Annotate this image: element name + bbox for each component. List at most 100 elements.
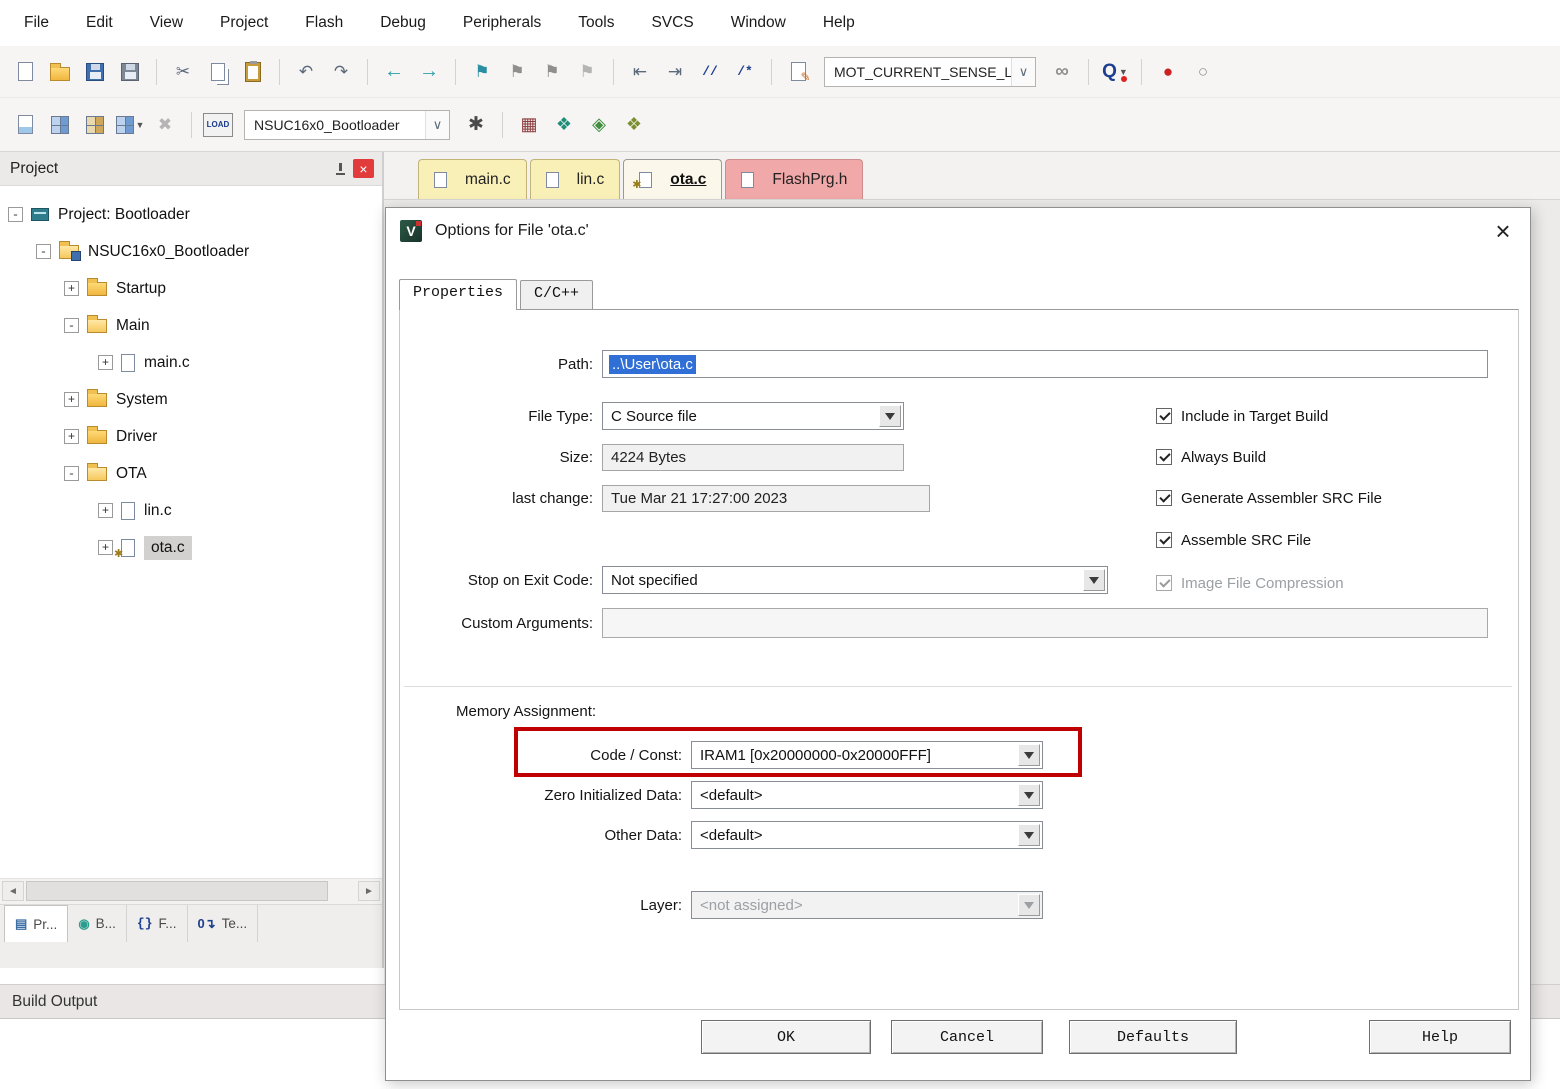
pack-installer-button[interactable]: ❖ (619, 110, 649, 140)
defaults-button[interactable]: Defaults (1069, 1020, 1237, 1054)
copy-button[interactable] (203, 57, 233, 87)
dropdown-arrow-icon[interactable] (1018, 824, 1040, 846)
dialog-titlebar[interactable]: V Options for File 'ota.c' (386, 208, 1530, 254)
build-button[interactable] (45, 110, 75, 140)
find-in-files-button[interactable]: ✎ (783, 57, 813, 87)
tab-properties[interactable]: Properties (399, 279, 517, 310)
manage-project-items-button[interactable]: ▦ (514, 110, 544, 140)
translate-button[interactable] (10, 110, 40, 140)
expand-icon[interactable]: + (64, 392, 79, 407)
expand-icon[interactable]: + (98, 540, 113, 555)
menu-project[interactable]: Project (220, 14, 268, 32)
checkbox-generate-assembler-src[interactable]: Generate Assembler SRC File (1156, 487, 1382, 509)
new-file-button[interactable] (10, 57, 40, 87)
editor-tab-main-c[interactable]: main.c (418, 159, 527, 199)
next-bookmark-button[interactable]: ⚑ (537, 57, 567, 87)
file-type-dropdown[interactable]: C Source file (602, 402, 904, 430)
expand-icon[interactable]: + (64, 281, 79, 296)
project-hscrollbar[interactable]: ◄ ► (0, 878, 382, 904)
scroll-right-button[interactable]: ► (358, 881, 380, 901)
dropdown-arrow-icon[interactable] (879, 405, 901, 427)
pin-icon[interactable] (334, 163, 346, 175)
ok-button[interactable]: OK (701, 1020, 871, 1054)
enable-breakpoint-button[interactable]: ○ (1188, 57, 1218, 87)
tree-item-nsuc16x0-bootloader[interactable]: - NSUC16x0_Bootloader (0, 233, 382, 270)
scroll-left-button[interactable]: ◄ (2, 881, 24, 901)
tree-item-driver[interactable]: + Driver (0, 418, 382, 455)
dropdown-arrow-icon[interactable] (1018, 784, 1040, 806)
panel-tab-functions[interactable]: {} F... (127, 905, 188, 942)
panel-tab-project[interactable]: ▤ Pr... (4, 905, 68, 942)
comment-selection-button[interactable]: // (695, 57, 725, 87)
editor-tab-ota-c[interactable]: ota.c (623, 159, 722, 199)
outdent-button[interactable]: ⇤ (625, 57, 655, 87)
expand-icon[interactable]: + (64, 429, 79, 444)
dialog-close-button[interactable]: × (1484, 213, 1522, 249)
tree-item-ota-c[interactable]: + ota.c (0, 529, 382, 566)
tree-item-system[interactable]: + System (0, 381, 382, 418)
code-const-dropdown[interactable]: IRAM1 [0x20000000-0x20000FFF] (691, 741, 1043, 769)
clear-bookmarks-button[interactable]: ⚑ (572, 57, 602, 87)
insert-breakpoint-button[interactable]: ● (1153, 57, 1183, 87)
menu-view[interactable]: View (150, 14, 183, 32)
redo-button[interactable]: ↷ (326, 57, 356, 87)
options-for-target-button[interactable]: ✱ (461, 110, 491, 140)
navigate-back-button[interactable]: ← (379, 57, 409, 87)
tree-item-main[interactable]: - Main (0, 307, 382, 344)
menu-edit[interactable]: Edit (86, 14, 113, 32)
tree-item-main-c[interactable]: + main.c (0, 344, 382, 381)
lookup-button[interactable]: Q ▼ (1100, 57, 1130, 87)
rebuild-button[interactable] (80, 110, 110, 140)
expand-icon[interactable]: + (98, 355, 113, 370)
find-combobox[interactable]: MOT_CURRENT_SENSE_L ∨ (824, 57, 1036, 87)
search-button[interactable]: ∞ (1047, 57, 1077, 87)
scrollbar-thumb[interactable] (26, 881, 328, 901)
editor-tab-lin-c[interactable]: lin.c (530, 159, 621, 199)
collapse-icon[interactable]: - (36, 244, 51, 259)
menu-svcs[interactable]: SVCS (651, 14, 693, 32)
panel-tab-books[interactable]: ◉ B... (68, 905, 127, 942)
tree-item-ota[interactable]: - OTA (0, 455, 382, 492)
stop-on-exit-dropdown[interactable]: Not specified (602, 566, 1108, 594)
menu-flash[interactable]: Flash (305, 14, 343, 32)
checkbox-always-build[interactable]: Always Build (1156, 446, 1266, 468)
menu-help[interactable]: Help (823, 14, 855, 32)
dropdown-arrow-icon[interactable] (1018, 744, 1040, 766)
chevron-down-icon[interactable]: ∨ (1011, 58, 1035, 86)
tab-c-cpp[interactable]: C/C++ (520, 280, 593, 309)
collapse-icon[interactable]: - (64, 466, 79, 481)
dropdown-arrow-icon[interactable] (1083, 569, 1105, 591)
custom-arguments-input[interactable] (602, 608, 1488, 638)
target-combobox[interactable]: NSUC16x0_Bootloader ∨ (244, 110, 450, 140)
zero-initialized-data-dropdown[interactable]: <default> (691, 781, 1043, 809)
manage-rte-button[interactable]: ❖ (549, 110, 579, 140)
save-button[interactable] (80, 57, 110, 87)
menu-file[interactable]: File (24, 14, 49, 32)
cut-button[interactable]: ✂ (168, 57, 198, 87)
other-data-dropdown[interactable]: <default> (691, 821, 1043, 849)
panel-tab-templates[interactable]: 0↴ Te... (188, 905, 259, 942)
expand-icon[interactable]: + (98, 503, 113, 518)
checkbox-include-in-target-build[interactable]: Include in Target Build (1156, 405, 1328, 427)
menu-peripherals[interactable]: Peripherals (463, 14, 541, 32)
menu-tools[interactable]: Tools (578, 14, 614, 32)
indent-button[interactable]: ⇥ (660, 57, 690, 87)
batch-build-button[interactable]: ▼ (115, 110, 145, 140)
paste-button[interactable] (238, 57, 268, 87)
previous-bookmark-button[interactable]: ⚑ (502, 57, 532, 87)
save-all-button[interactable] (115, 57, 145, 87)
undo-button[interactable]: ↶ (291, 57, 321, 87)
menu-debug[interactable]: Debug (380, 14, 426, 32)
open-file-button[interactable] (45, 57, 75, 87)
software-packs-button[interactable]: ◈ (584, 110, 614, 140)
collapse-icon[interactable]: - (64, 318, 79, 333)
panel-close-button[interactable]: × (353, 159, 374, 178)
chevron-down-icon[interactable]: ∨ (425, 111, 449, 139)
download-button[interactable]: LOAD (203, 110, 233, 140)
editor-tab-flashprg-h[interactable]: FlashPrg.h (725, 159, 863, 199)
collapse-icon[interactable]: - (8, 207, 23, 222)
path-input[interactable]: ..\User\ota.c (602, 350, 1488, 378)
navigate-forward-button[interactable]: → (414, 57, 444, 87)
cancel-button[interactable]: Cancel (891, 1020, 1043, 1054)
menu-window[interactable]: Window (731, 14, 786, 32)
